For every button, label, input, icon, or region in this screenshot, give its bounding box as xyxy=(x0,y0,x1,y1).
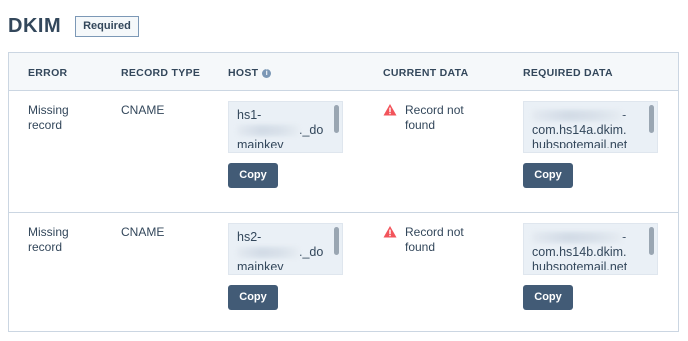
table-row: Missing record CNAME hs1- ._do mainkey C… xyxy=(9,91,678,213)
host-value-line-1: hs1- xyxy=(237,108,262,122)
current-data-cell: Record not found xyxy=(383,103,475,133)
required-badge: Required xyxy=(75,15,139,37)
copy-host-button[interactable]: Copy xyxy=(228,163,278,188)
required-data-cell: - com.hs14a.dkim. hubspotemail.net Copy xyxy=(523,101,658,188)
host-value-line-3: mainkey xyxy=(237,138,284,148)
required-value-text: - com.hs14b.dkim. hubspotemail.net xyxy=(532,230,627,270)
required-value-line-3: hubspotemail.net xyxy=(532,260,628,270)
copy-required-data-button[interactable]: Copy xyxy=(523,285,573,310)
column-header-host: HOST i xyxy=(228,67,272,79)
column-header-record-type: RECORD TYPE xyxy=(121,67,201,79)
required-value-line-2: com.hs14b.dkim. xyxy=(532,245,627,259)
host-cell: hs2- ._do mainkey Copy xyxy=(228,223,343,310)
table-row: Missing record CNAME hs2- ._do mainkey C… xyxy=(9,213,678,331)
host-value-line-3: mainkey xyxy=(237,260,284,270)
redacted-blur xyxy=(237,125,299,137)
info-icon[interactable]: i xyxy=(262,68,272,78)
redacted-blur xyxy=(532,232,622,244)
scrollbar-thumb[interactable] xyxy=(649,227,654,255)
required-data-cell: - com.hs14b.dkim. hubspotemail.net Copy xyxy=(523,223,658,310)
error-cell: Missing record xyxy=(28,225,69,254)
table-header: ERROR RECORD TYPE HOST i CURRENT DATA RE… xyxy=(9,53,678,91)
current-data-status: Record not found xyxy=(405,103,464,132)
dns-records-table: ERROR RECORD TYPE HOST i CURRENT DATA RE… xyxy=(8,52,679,332)
host-value-text: hs2- ._do mainkey xyxy=(237,230,323,270)
required-value-text: - com.hs14a.dkim. hubspotemail.net xyxy=(532,108,627,148)
redacted-blur xyxy=(237,247,299,259)
host-value-box[interactable]: hs2- ._do mainkey xyxy=(228,223,343,275)
redacted-blur xyxy=(532,110,622,122)
scrollbar-thumb[interactable] xyxy=(649,105,654,133)
column-header-host-label: HOST xyxy=(228,67,259,79)
column-header-current-data: CURRENT DATA xyxy=(383,67,469,79)
host-cell: hs1- ._do mainkey Copy xyxy=(228,101,343,188)
warning-triangle-icon xyxy=(383,104,397,116)
copy-host-button[interactable]: Copy xyxy=(228,285,278,310)
required-value-line-2: com.hs14a.dkim. xyxy=(532,123,627,137)
dkim-header: DKIM Required xyxy=(8,12,139,40)
required-value-box[interactable]: - com.hs14a.dkim. hubspotemail.net xyxy=(523,101,658,153)
host-value-box[interactable]: hs1- ._do mainkey xyxy=(228,101,343,153)
scrollbar-thumb[interactable] xyxy=(334,105,339,133)
column-header-error: ERROR xyxy=(28,67,68,79)
host-value-line-2: ._do xyxy=(299,245,324,259)
error-cell: Missing record xyxy=(28,103,69,132)
column-header-required-data: REQUIRED DATA xyxy=(523,67,613,79)
scrollbar-thumb[interactable] xyxy=(334,227,339,255)
current-data-cell: Record not found xyxy=(383,225,475,255)
required-value-line-1: - xyxy=(622,230,627,244)
current-data-status: Record not found xyxy=(405,225,464,254)
record-type-cell: CNAME xyxy=(121,103,165,117)
required-value-box[interactable]: - com.hs14b.dkim. hubspotemail.net xyxy=(523,223,658,275)
warning-triangle-icon xyxy=(383,226,397,238)
record-type-cell: CNAME xyxy=(121,225,165,239)
host-value-line-1: hs2- xyxy=(237,230,262,244)
section-title: DKIM xyxy=(8,14,62,37)
required-value-line-3: hubspotemail.net xyxy=(532,138,628,148)
host-value-line-2: ._do xyxy=(299,123,324,137)
host-value-text: hs1- ._do mainkey xyxy=(237,108,323,148)
copy-required-data-button[interactable]: Copy xyxy=(523,163,573,188)
required-value-line-1: - xyxy=(622,108,627,122)
